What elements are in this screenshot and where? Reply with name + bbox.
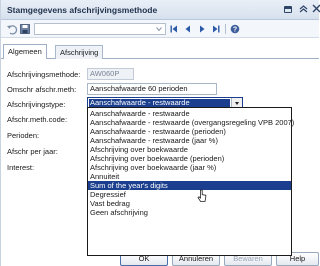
per-jaar-label: Afschr per jaar:: [7, 147, 58, 156]
toolbar: ?: [1, 20, 319, 38]
dropdown-option[interactable]: Afschrijving over boekwaarde (jaar %): [88, 163, 291, 172]
toolbar-divider: [225, 24, 226, 34]
interest-label: Interest:: [7, 163, 35, 172]
previous-record-icon[interactable]: [183, 24, 193, 34]
omschrijving-field[interactable]: Aanschafwaarde 60 perioden: [87, 83, 217, 95]
title-bar[interactable]: Stamgegevens afschrijvingsmethode: [1, 0, 320, 20]
methode-field: AW060P: [87, 68, 134, 80]
dropdown-option[interactable]: Vast bedrag: [88, 199, 291, 208]
dropdown-option[interactable]: Aanschafwaarde - restwaarde (perioden): [88, 127, 291, 136]
dropdown-option[interactable]: Annuiteit: [88, 172, 291, 181]
type-label: Afschrijvingstype:: [7, 100, 66, 109]
perioden-label: Perioden:: [7, 131, 40, 140]
dropdown-option[interactable]: Degressief: [88, 190, 291, 199]
dropdown-option[interactable]: Geen afschrijving: [88, 208, 291, 217]
window-title: Stamgegevens afschrijvingsmethode: [7, 5, 158, 15]
mouse-pointer-icon: [197, 189, 207, 203]
svg-text:?: ?: [233, 27, 237, 34]
methode-label: Afschrijvingsmethode:: [7, 70, 81, 79]
collapse-up-icon[interactable]: [298, 4, 308, 14]
restore-icon[interactable]: [284, 6, 292, 13]
code-label: Afschr.meth.code:: [7, 115, 68, 124]
next-record-icon[interactable]: [197, 24, 207, 34]
dropdown-option[interactable]: Afschrijving over boekwaarde: [88, 145, 291, 154]
omschrijving-label: Omschr afschr.meth:: [7, 85, 77, 94]
close-icon[interactable]: [311, 4, 320, 14]
tab-strip: Algemeen Afschrijving: [1, 42, 319, 59]
dropdown-option[interactable]: Aanschafwaarde - restwaarde (jaar %): [88, 136, 291, 145]
dropdown-option[interactable]: Afschrijving over boekwaarde (perioden): [88, 154, 291, 163]
dropdown-option[interactable]: Aanschafwaarde - restwaarde (overgangsre…: [88, 118, 294, 127]
type-dropdown-list[interactable]: Aanschafwaarde - restwaarde Aanschafwaar…: [87, 107, 294, 256]
last-record-icon[interactable]: [211, 24, 221, 34]
dropdown-option[interactable]: Aanschafwaarde - restwaarde: [88, 109, 291, 118]
record-selector-combo[interactable]: [34, 23, 166, 35]
first-record-icon[interactable]: [169, 24, 179, 34]
type-select-value: Aanschafwaarde - restwaarde: [89, 99, 230, 107]
undo-icon[interactable]: [6, 23, 18, 35]
tab-afschrijving[interactable]: Afschrijving: [55, 45, 104, 59]
help-icon[interactable]: ?: [230, 24, 240, 34]
dialog-window: Stamgegevens afschrijvingsmethode ? Alge…: [0, 0, 320, 266]
tab-algemeen[interactable]: Algemeen: [3, 44, 47, 59]
chevron-down-icon[interactable]: [155, 25, 163, 33]
save-icon[interactable]: [19, 23, 31, 35]
dropdown-option-highlighted[interactable]: Sum of the year's digits: [88, 181, 291, 190]
